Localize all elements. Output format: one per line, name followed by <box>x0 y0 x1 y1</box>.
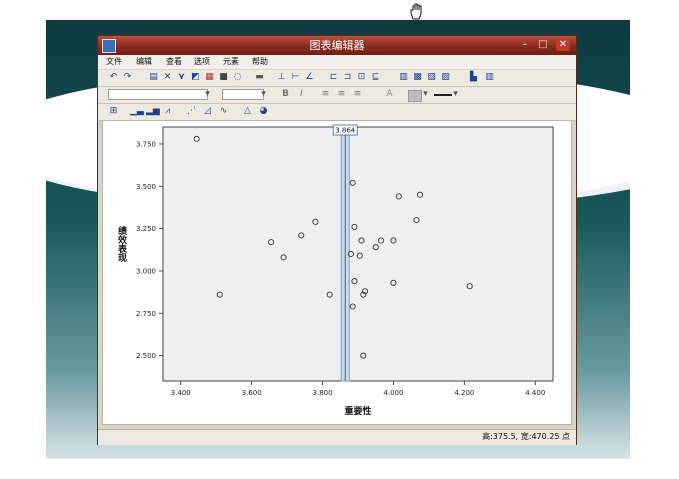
y-tick-label: 3.750 <box>136 140 156 148</box>
y-tick-label: 2.750 <box>136 310 156 318</box>
columns-icon[interactable]: ▧ <box>426 72 437 83</box>
fill-color-icon[interactable]: ▦ <box>204 72 215 83</box>
chevron-down-icon[interactable]: ▾ <box>420 89 431 100</box>
x-tick-label: 3.800 <box>313 389 333 397</box>
bold-button[interactable]: B <box>280 89 291 100</box>
chart-editor-window[interactable]: 图表编辑器 – □ ✕ 文件 编辑 查看 选项 元素 帮助 ↶ ↷ ▤ ✕ ⋎ … <box>97 35 577 445</box>
reference-line-label: 3.864 <box>335 127 356 135</box>
toolbar-main: ↶ ↷ ▤ ✕ ⋎ ◩ ▦ ■ ◌ ▬ ⊥ ⊢ ∠ ⊏ ⊐ ⊡ ⊑ ▥ ▩ ▧ … <box>98 70 576 87</box>
toolbar-format: ▾ ▾ B I ≡ ≡ ≡ A ▾ ▾ <box>98 87 576 104</box>
hand-cursor-icon <box>410 3 422 20</box>
scatter-icon[interactable]: ⋰ <box>186 106 197 117</box>
maximize-button[interactable]: □ <box>536 39 550 51</box>
text-color-button[interactable]: A <box>384 89 395 100</box>
title-icon[interactable]: ⊏ <box>328 72 339 83</box>
footnote-icon[interactable]: ⊐ <box>342 72 353 83</box>
chevron-down-icon[interactable]: ▾ <box>258 89 269 100</box>
bar-cluster-icon[interactable]: ▂▅ <box>146 106 160 117</box>
menu-view[interactable]: 查看 <box>166 56 182 67</box>
y-tick-label: 3.500 <box>136 183 156 191</box>
menu-options[interactable]: 选项 <box>194 56 210 67</box>
table-icon[interactable]: ⊞ <box>108 106 119 117</box>
font-select[interactable] <box>108 89 208 100</box>
refline-y-icon[interactable]: ⊢ <box>290 72 301 83</box>
x-tick-label: 3.600 <box>242 389 262 397</box>
y-axis-icon[interactable]: ⋎ <box>176 72 187 83</box>
scale-icon[interactable]: ◩ <box>190 72 201 83</box>
x-axis-label: 重要性 <box>344 405 371 417</box>
align-right-icon[interactable]: ≡ <box>352 89 363 100</box>
minimize-button[interactable]: – <box>518 39 532 51</box>
y-tick-label: 3.000 <box>136 267 156 275</box>
fit-line-icon[interactable]: ∠ <box>304 72 315 83</box>
line-icon[interactable]: ⩘ <box>162 106 173 117</box>
x-tick-label: 4.200 <box>454 389 474 397</box>
toolbar-chart: ⊞ ▁▃ ▂▅ ⩘ ⋰ ◿ ∿ △ ◕ <box>98 104 576 121</box>
x-tick-label: 4.400 <box>525 389 545 397</box>
menu-elements[interactable]: 元素 <box>223 56 239 67</box>
menu-edit[interactable]: 编辑 <box>136 56 152 67</box>
bar-chart-icon[interactable]: ▙ <box>468 72 479 83</box>
menu-bar: 文件 编辑 查看 选项 元素 帮助 <box>98 55 576 69</box>
panel-icon[interactable]: ▥ <box>484 72 495 83</box>
curve-icon[interactable]: ∿ <box>218 106 229 117</box>
chevron-down-icon[interactable]: ▾ <box>202 89 213 100</box>
align-center-icon[interactable]: ≡ <box>336 89 347 100</box>
y-tick-label: 3.250 <box>136 225 156 233</box>
stack-icon[interactable]: ▨ <box>440 72 451 83</box>
x-tick-label: 3.400 <box>171 389 191 397</box>
menu-file[interactable]: 文件 <box>106 56 122 67</box>
properties-icon[interactable]: ▤ <box>148 72 159 83</box>
italic-button[interactable]: I <box>296 89 307 100</box>
align-left-icon[interactable]: ≡ <box>320 89 331 100</box>
legend-icon[interactable]: ⊑ <box>370 72 381 83</box>
area-icon[interactable]: ◿ <box>202 106 213 117</box>
lasso-icon[interactable]: ◌ <box>232 72 243 83</box>
redo-icon[interactable]: ↷ <box>122 72 133 83</box>
chevron-down-icon[interactable]: ▾ <box>450 89 461 100</box>
bar-icon[interactable]: ▁▃ <box>130 106 144 117</box>
status-text: 高:375.5, 宽:470.25 点 <box>482 432 570 441</box>
y-tick-label: 2.500 <box>136 352 156 360</box>
bin-icon[interactable]: ▩ <box>412 72 423 83</box>
refline-x-icon[interactable]: ⊥ <box>276 72 287 83</box>
text-box-icon[interactable]: ▬ <box>254 72 265 83</box>
x-axis-icon[interactable]: ✕ <box>162 72 173 83</box>
menu-help[interactable]: 帮助 <box>252 56 268 67</box>
scatter-chart[interactable]: 3.400 3.600 3.800 4.000 4.200 4.400 3.750 3.500… <box>103 121 571 424</box>
undo-icon[interactable]: ↶ <box>108 72 119 83</box>
y-axis-label: 绩效表现 <box>116 225 128 263</box>
annotation-icon[interactable]: ⊡ <box>356 72 367 83</box>
window-title: 图表编辑器 <box>309 39 365 52</box>
close-button[interactable]: ✕ <box>556 39 570 51</box>
frame-icon[interactable]: ■ <box>218 72 229 83</box>
pie-icon[interactable]: ◕ <box>258 106 269 117</box>
x-tick-label: 4.000 <box>383 389 403 397</box>
title-bar[interactable]: 图表编辑器 – □ ✕ <box>98 36 576 55</box>
grid-icon[interactable]: ▥ <box>398 72 409 83</box>
chart-canvas[interactable]: 3.400 3.600 3.800 4.000 4.200 4.400 3.750 3.500… <box>102 120 572 425</box>
triangle-icon[interactable]: △ <box>242 106 253 117</box>
status-bar: 高:375.5, 宽:470.25 点 <box>98 429 576 445</box>
